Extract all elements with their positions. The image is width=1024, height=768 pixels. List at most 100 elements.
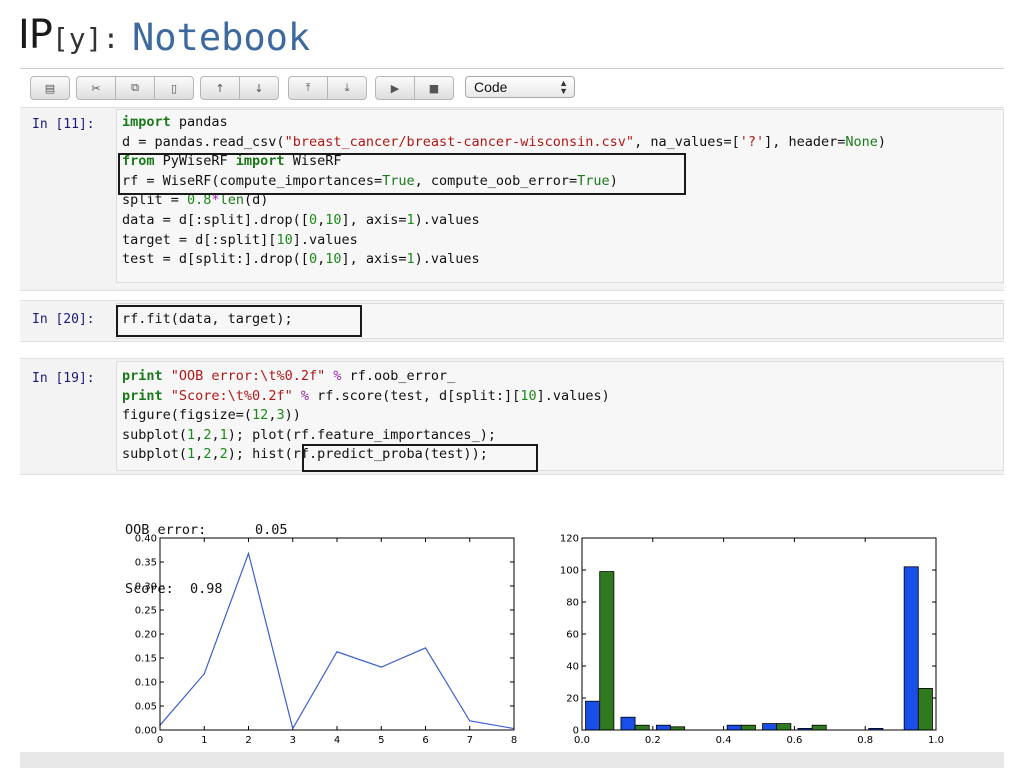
x-tick-label: 1.0	[928, 735, 944, 746]
plot-frame	[159, 537, 515, 731]
y-tick-label: 80	[566, 598, 579, 609]
x-tick-label: 0	[157, 735, 163, 746]
code-line[interactable]: print "Score:\t%0.2f" % rf.score(test, d…	[122, 387, 610, 407]
copy-icon: ⧉	[131, 81, 139, 94]
highlight-annotation	[302, 444, 538, 472]
code-line[interactable]: import pandas	[122, 113, 886, 133]
y-tick-label: 0.05	[135, 702, 157, 713]
data-point	[247, 552, 250, 554]
toolbar-group-run: ▶ ■	[375, 76, 454, 100]
y-tick-label: 0.15	[135, 654, 157, 665]
header-divider	[20, 68, 1004, 69]
y-tick-label: 40	[566, 662, 579, 673]
move-up-icon: ↑	[215, 81, 225, 95]
move-down-button[interactable]: ↓	[240, 76, 279, 100]
stop-icon: ■	[428, 81, 440, 95]
code-line[interactable]: test = d[split:].drop([0,10], axis=1).va…	[122, 250, 886, 270]
histogram-bar	[726, 724, 742, 731]
input-prompt: In [19]:	[32, 371, 95, 386]
move-up-button[interactable]: ↑	[200, 76, 240, 100]
y-tick-label: 0.35	[135, 558, 157, 569]
page-bottom-edge	[20, 752, 1004, 768]
code-line[interactable]: target = d[:split][10].values	[122, 231, 886, 251]
data-point	[424, 647, 427, 649]
toolbar-group-move: ↑ ↓	[200, 76, 279, 100]
code-cell[interactable]: In [20]: rf.fit(data, target);	[20, 300, 1004, 342]
insert-below-icon: ⤓	[344, 81, 350, 94]
histogram-bar	[917, 687, 933, 731]
x-tick-label: 7	[467, 735, 473, 746]
histogram-bar	[776, 723, 792, 731]
data-point	[336, 651, 338, 653]
notebook-title[interactable]: Notebook	[132, 16, 310, 59]
x-tick-label: 0.4	[716, 735, 732, 746]
code-line[interactable]: subplot(1,2,1); plot(rf.feature_importan…	[122, 426, 610, 446]
x-tick-label: 3	[290, 735, 296, 746]
insert-below-button[interactable]: ⤓	[328, 76, 367, 100]
paste-button[interactable]: ▯	[155, 76, 194, 100]
y-tick-label: 0.25	[135, 606, 157, 617]
paste-icon: ▯	[170, 81, 178, 95]
histogram-bar	[811, 724, 827, 731]
stop-button[interactable]: ■	[415, 76, 454, 100]
x-tick-label: 4	[334, 735, 340, 746]
histogram-bar	[655, 724, 671, 731]
y-tick-label: 0.10	[135, 678, 157, 689]
code-cell[interactable]: In [11]: import pandas d = pandas.read_cs…	[20, 107, 1004, 291]
save-button[interactable]: ▤	[30, 76, 70, 100]
feature-importances-line-chart: 0.00 0.05 0.10 0.15 0.20 0.25 0.30 0.35 0.40 0 1 2 3…	[135, 534, 517, 747]
code-line[interactable]: data = d[:split].drop([0,10], axis=1).va…	[122, 211, 886, 231]
histogram-bar	[585, 700, 601, 731]
logo-ip-text: IP	[18, 12, 53, 58]
plot-frame	[581, 537, 937, 731]
code-line[interactable]: print "OOB error:\t%0.2f" % rf.oob_error…	[122, 367, 610, 387]
run-icon: ▶	[390, 81, 400, 95]
y-tick-label: 0.00	[135, 726, 157, 737]
series-line	[159, 551, 515, 731]
y-tick-label: 0.30	[135, 582, 157, 593]
logo-y-text: [y]:	[51, 22, 120, 55]
toolbar-group-edit: ✂ ⧉ ▯	[76, 76, 194, 100]
x-tick-label: 0.6	[786, 735, 802, 746]
cell-type-select[interactable]: Code ▲ ▼	[465, 76, 575, 98]
y-tick-label: 120	[560, 534, 579, 545]
cut-button[interactable]: ✂	[76, 76, 116, 100]
insert-above-button[interactable]: ⤒	[288, 76, 328, 100]
x-tick-label: 0.8	[857, 735, 873, 746]
y-tick-label: 60	[566, 630, 579, 641]
y-tick-label: 0.20	[135, 630, 157, 641]
copy-button[interactable]: ⧉	[116, 76, 155, 100]
histogram-bar	[634, 724, 650, 731]
histogram-bar	[620, 716, 636, 731]
cell-type-value: Code	[474, 79, 508, 95]
code-line[interactable]: figure(figsize=(12,3))	[122, 406, 610, 426]
y-tick-label: 0.40	[135, 534, 157, 545]
x-tick-label: 2	[245, 735, 251, 746]
code-cell[interactable]: In [19]: print "OOB error:\t%0.2f" % rf.…	[20, 358, 1004, 475]
data-point	[380, 666, 382, 668]
x-tick-label: 1	[201, 735, 207, 746]
x-tick-label: 0.0	[574, 735, 590, 746]
cut-icon: ✂	[91, 81, 101, 95]
histogram-bar	[599, 571, 615, 731]
y-tick-label: 100	[560, 566, 579, 577]
insert-above-icon: ⤒	[305, 81, 311, 94]
histogram-bar	[762, 723, 778, 731]
x-tick-label: 0.2	[645, 735, 661, 746]
x-tick-label: 6	[422, 735, 428, 746]
highlight-annotation	[118, 153, 686, 195]
highlight-annotation	[116, 305, 362, 337]
select-arrows-icon: ▲ ▼	[559, 78, 568, 96]
run-button[interactable]: ▶	[375, 76, 415, 100]
input-prompt: In [20]:	[32, 312, 95, 327]
data-point	[469, 720, 471, 722]
save-icon: ▤	[44, 81, 56, 95]
x-tick-label: 5	[378, 735, 384, 746]
y-tick-label: 20	[566, 694, 579, 705]
histogram-bar	[903, 566, 919, 731]
toolbar-group-file: ▤	[30, 76, 70, 100]
code-line[interactable]: d = pandas.read_csv("breast_cancer/breas…	[122, 133, 886, 153]
data-point	[292, 727, 294, 730]
toolbar-group-insert: ⤒ ⤓	[288, 76, 367, 100]
ipython-logo: IP[y]:	[18, 12, 119, 58]
